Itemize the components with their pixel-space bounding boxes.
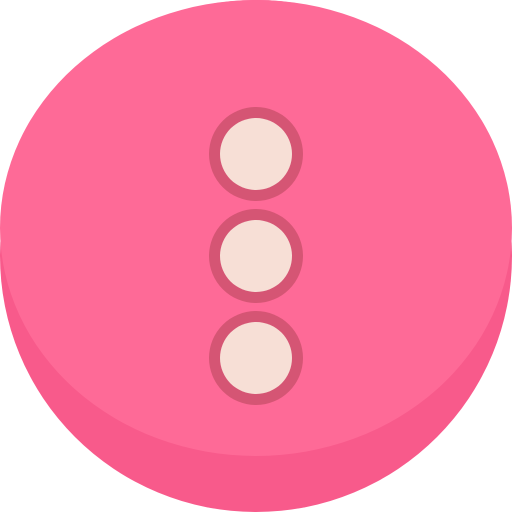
menu-dot-middle xyxy=(209,209,303,303)
kebab-menu-icon xyxy=(0,0,512,512)
menu-dot-fill xyxy=(220,322,292,394)
menu-dot-top xyxy=(209,107,303,201)
menu-dot-bottom xyxy=(209,311,303,405)
menu-dot-fill xyxy=(220,220,292,292)
more-options-button[interactable] xyxy=(0,0,512,512)
menu-dot-fill xyxy=(220,118,292,190)
